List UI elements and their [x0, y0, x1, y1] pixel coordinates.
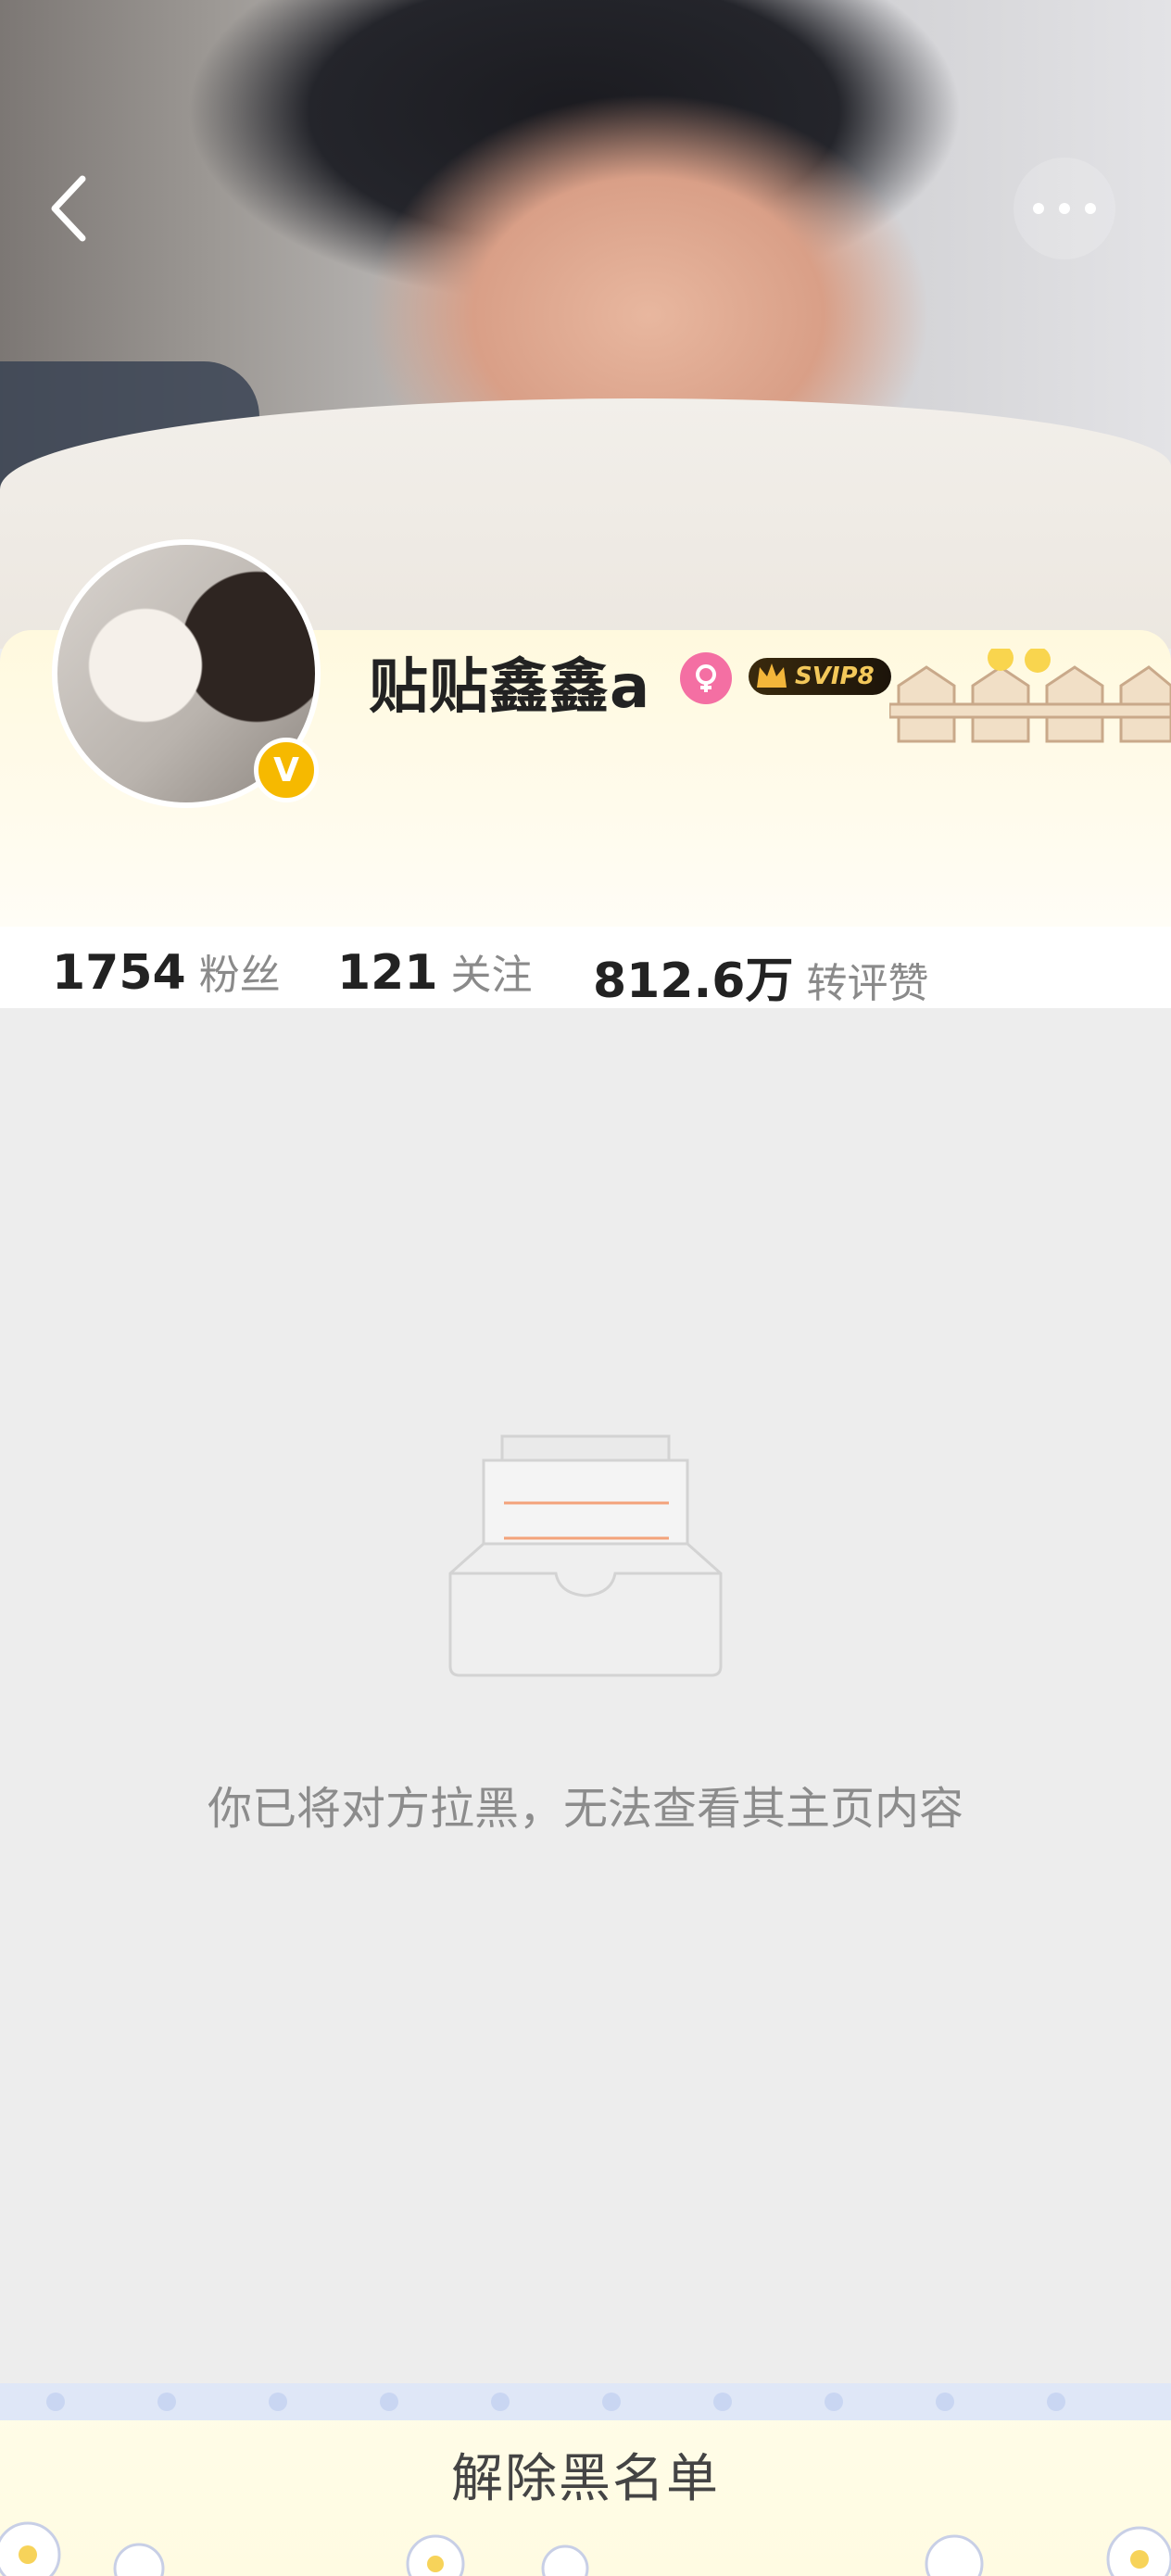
- stat-fans[interactable]: 1754 粉丝: [52, 941, 281, 1001]
- back-button[interactable]: [19, 158, 120, 259]
- stats-row: 1754 粉丝 121 关注 812.6万 转评赞: [0, 927, 1171, 1011]
- stat-following[interactable]: 121 关注: [337, 941, 533, 1001]
- vip-badge[interactable]: SVIP8: [749, 658, 891, 695]
- unblock-button[interactable]: 解除黑名单: [0, 2437, 1171, 2520]
- stat-fans-value: 1754: [52, 945, 186, 1001]
- back-chevron-icon: [51, 175, 86, 242]
- profile-name: 贴贴鑫鑫a: [369, 653, 651, 722]
- more-dots-icon: [1033, 203, 1096, 214]
- stat-fans-label: 粉丝: [198, 952, 281, 999]
- empty-inbox-icon: [448, 1434, 723, 1677]
- female-icon: [680, 652, 732, 704]
- stat-following-value: 121: [337, 945, 438, 1001]
- crown-icon: [757, 663, 787, 688]
- fence-decoration: [889, 649, 1171, 743]
- blocked-message: 你已将对方拉黑，无法查看其主页内容: [207, 1783, 963, 1835]
- vip-badge-label: SVIP8: [795, 663, 875, 690]
- verified-badge: V: [254, 738, 319, 802]
- stat-interactions-value: 812.6万: [593, 953, 794, 1009]
- more-button[interactable]: [1014, 158, 1115, 259]
- stat-interactions-label: 转评赞: [806, 960, 929, 1007]
- stat-interactions[interactable]: 812.6万 转评赞: [593, 941, 928, 1011]
- stat-following-label: 关注: [450, 952, 533, 999]
